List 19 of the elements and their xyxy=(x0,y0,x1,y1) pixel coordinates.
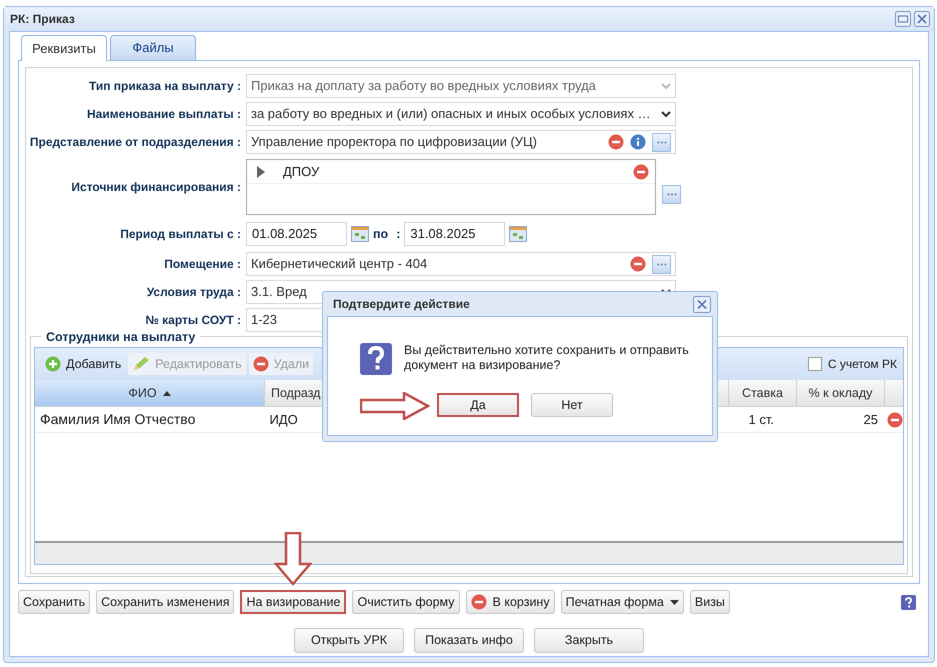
table-cell-text: ИДО xyxy=(268,410,299,429)
field-label: № карты СОУТ : xyxy=(144,312,242,329)
table-cell-text: 1 ст. xyxy=(748,410,775,429)
field-label: : xyxy=(396,226,400,243)
field-label: Период выплаты с : xyxy=(119,226,242,243)
field-label: Представление от подразделения : xyxy=(28,134,242,151)
field-label: Тип приказа на выплату : xyxy=(88,78,242,95)
field-label: Наименование выплаты : xyxy=(86,106,242,123)
field-label: по xyxy=(373,226,388,243)
dialog-message: Вы действительно хотите сохранить и отправить документ на визирование? xyxy=(404,343,690,374)
field-label: Источник финансирования : xyxy=(70,179,242,196)
window-title: РК: Приказ xyxy=(10,11,75,28)
table-cell-text: Фамилия Имя Отчество xyxy=(39,410,196,429)
checkbox-label: С учетом РК xyxy=(828,356,897,373)
field-label: Условия труда : xyxy=(146,284,242,301)
list-item: ДПОУ xyxy=(283,162,320,181)
table-cell-text: 25 xyxy=(862,410,879,429)
field-label: Помещение : xyxy=(163,256,242,273)
dialog-title: Подтвердите действие xyxy=(333,296,470,313)
